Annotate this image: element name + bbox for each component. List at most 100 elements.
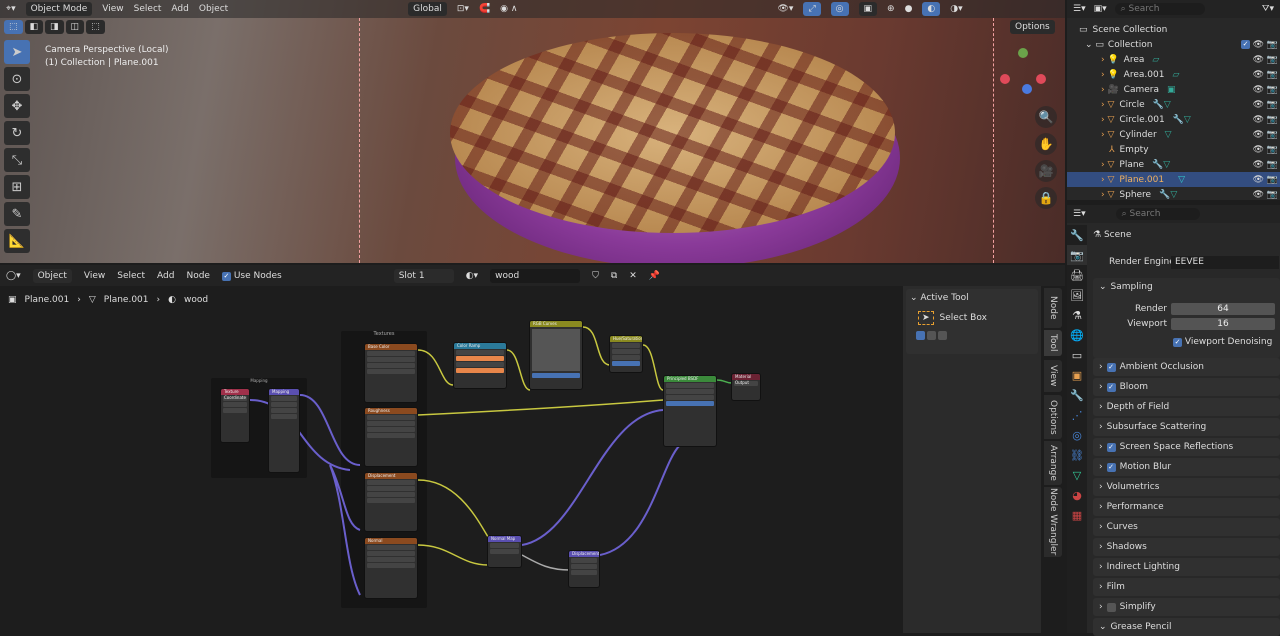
scale-tool-icon[interactable]: ⤡ <box>4 148 30 172</box>
outliner-item[interactable]: › 🎥 Camera ▣ 👁 📷 <box>1067 82 1280 97</box>
material-tab-icon[interactable]: ◕ <box>1067 485 1087 505</box>
node-displacement-texture[interactable]: Displacement <box>364 472 418 532</box>
rotate-tool-icon[interactable]: ↻ <box>4 121 30 145</box>
outliner-search[interactable]: ⌕ Search <box>1114 3 1205 15</box>
properties-search[interactable]: ⌕ Search <box>1115 208 1200 220</box>
display-mode-icon[interactable]: ☰▾ <box>1073 4 1086 14</box>
editor-type-icon[interactable]: ⌖▾ <box>6 4 16 14</box>
node-displacement[interactable]: Displacement <box>568 550 600 588</box>
gizmo-toggle-icon[interactable]: ⤢ <box>803 2 821 16</box>
outliner-item[interactable]: › ▽ Sphere 🔧 ▽ 👁 📷 <box>1067 187 1280 202</box>
select-box-tool-icon[interactable]: ➤ <box>4 40 30 64</box>
outliner-item[interactable]: › 💡 Area ▱ 👁 📷 <box>1067 52 1280 67</box>
panel-shadows[interactable]: › Shadows <box>1093 538 1280 556</box>
node-color-ramp[interactable]: Color Ramp <box>453 342 507 389</box>
snap-icon[interactable]: 🧲 <box>479 4 490 14</box>
zoom-icon[interactable]: 🔍 <box>1035 106 1057 128</box>
menu-view[interactable]: View <box>102 4 123 14</box>
select-subtract-icon[interactable]: ◨ <box>45 20 64 34</box>
physics-tab-icon[interactable]: ◎ <box>1067 425 1087 445</box>
select-extend-icon[interactable]: ◧ <box>24 20 44 34</box>
node-normal-map[interactable]: Normal Map <box>487 535 522 568</box>
particles-tab-icon[interactable]: ⋰ <box>1067 405 1087 425</box>
lock-icon[interactable]: 🔒 <box>1035 187 1057 209</box>
output-tab-icon[interactable]: 🖨 <box>1067 265 1087 285</box>
viewport-samples-field[interactable]: 16 <box>1171 318 1275 330</box>
move-tool-icon[interactable]: ✥ <box>4 94 30 118</box>
transform-tool-icon[interactable]: ⊞ <box>4 175 30 199</box>
tab-node-wrangler[interactable]: Node Wrangler <box>1044 487 1062 557</box>
collection-tab-icon[interactable]: ▭ <box>1067 345 1087 365</box>
mode-dropdown[interactable]: Object Mode <box>25 2 93 16</box>
panel-indirect-lighting[interactable]: › Indirect Lighting <box>1093 558 1280 576</box>
orientation-dropdown[interactable]: Global <box>408 2 447 16</box>
outliner-item[interactable]: › ▽ Plane 🔧 ▽ 👁 📷 <box>1067 157 1280 172</box>
constraints-tab-icon[interactable]: ⛓ <box>1067 445 1087 465</box>
panel-grease-pencil[interactable]: ⌄ Grease Pencil <box>1093 618 1280 636</box>
shading-material-icon[interactable]: ◐ <box>922 2 941 16</box>
visibility-icon[interactable]: 👁▾ <box>777 4 793 14</box>
render-engine-dropdown[interactable]: EEVEE <box>1171 256 1279 269</box>
node-texture-coordinate[interactable]: Texture Coordinate <box>220 388 250 443</box>
camera-view-icon[interactable]: 🎥 <box>1035 160 1057 182</box>
panel-bloom[interactable]: › ✓ Bloom <box>1093 378 1280 396</box>
select-new-icon[interactable]: ⬚ <box>4 20 23 34</box>
node-mapping[interactable]: Mapping <box>268 388 300 473</box>
outliner-item[interactable]: › 💡 Area.001 ▱ 👁 📷 <box>1067 67 1280 82</box>
panel-screen-space-reflections[interactable]: › ✓ Screen Space Reflections <box>1093 438 1280 456</box>
viewport-denoising-checkbox[interactable]: ✓ Viewport Denoising <box>1173 337 1272 347</box>
node-hue-saturation-value[interactable]: Hue/Saturation/Value <box>609 335 643 373</box>
shader-editor[interactable]: ◯▾ Object View Select Add Node ✓ Use Nod… <box>0 265 1065 633</box>
editor-type-icon[interactable]: ☰▾ <box>1073 209 1086 219</box>
view-layer-tab-icon[interactable]: 🖼 <box>1067 285 1087 305</box>
select-new-icon[interactable] <box>916 331 925 340</box>
outliner-item-selected[interactable]: › ▽ Plane.001 ▽ 👁 📷 <box>1067 172 1280 187</box>
panel-curves[interactable]: › Curves <box>1093 518 1280 536</box>
panel-film[interactable]: › Film <box>1093 578 1280 596</box>
navigation-gizmo[interactable] <box>1000 48 1050 98</box>
select-intersect-icon[interactable]: ⬚ <box>86 20 105 34</box>
tab-node[interactable]: Node <box>1044 288 1062 328</box>
shading-rendered-icon[interactable]: ◑▾ <box>950 4 962 14</box>
options-dropdown[interactable]: Options <box>1010 20 1055 34</box>
collection-row[interactable]: ⌄ ▭ Collection ✓ 👁 📷 <box>1067 37 1280 52</box>
select-extend-icon[interactable] <box>927 331 936 340</box>
outliner-item[interactable]: › ▽ Circle 🔧 ▽ 👁 📷 <box>1067 97 1280 112</box>
panel-simplify[interactable]: › Simplify <box>1093 598 1280 616</box>
panel-depth-of-field[interactable]: › Depth of Field <box>1093 398 1280 416</box>
menu-object[interactable]: Object <box>199 4 228 14</box>
world-tab-icon[interactable]: 🌐 <box>1067 325 1087 345</box>
node-rgb-curves[interactable]: RGB Curves <box>529 320 583 390</box>
menu-select[interactable]: Select <box>134 4 162 14</box>
tab-options[interactable]: Options <box>1044 395 1062 439</box>
cursor-tool-icon[interactable]: ⊙ <box>4 67 30 91</box>
node-principled-bsdf[interactable]: Principled BSDF <box>663 375 717 447</box>
tab-tool[interactable]: Tool <box>1044 330 1062 356</box>
outliner-item[interactable]: › ▽ Circle.001 🔧 ▽ 👁 📷 <box>1067 112 1280 127</box>
sampling-panel-header[interactable]: ⌄ Sampling <box>1093 278 1280 296</box>
tab-view[interactable]: View <box>1044 360 1062 392</box>
filter-icon[interactable]: ⛛▾ <box>1262 4 1274 14</box>
scene-collection[interactable]: ▭ Scene Collection <box>1067 22 1280 37</box>
proportional-edit-icon[interactable]: ◉ ∧ <box>500 4 517 14</box>
overlay-toggle-icon[interactable]: ◎ <box>830 2 849 16</box>
outliner-item[interactable]: › ▽ Cylinder ▽ 👁 📷 <box>1067 127 1280 142</box>
shading-solid-icon[interactable]: ● <box>905 4 913 14</box>
menu-add[interactable]: Add <box>171 4 188 14</box>
annotate-tool-icon[interactable]: ✎ <box>4 202 30 226</box>
render-samples-field[interactable]: 64 <box>1171 303 1275 315</box>
3d-viewport[interactable]: ⌖▾ Object Mode View Select Add Object Gl… <box>0 0 1065 263</box>
select-subtract-icon[interactable] <box>938 331 947 340</box>
active-tool-panel-header[interactable]: ⌄ Active Tool <box>910 293 1034 303</box>
node-normal-texture[interactable]: Normal <box>364 537 418 599</box>
panel-motion-blur[interactable]: › ✓ Motion Blur <box>1093 458 1280 476</box>
shading-wireframe-icon[interactable]: ⊕ <box>887 4 895 14</box>
tab-arrange[interactable]: Arrange <box>1044 441 1062 485</box>
tool-tab-icon[interactable]: 🔧 <box>1067 225 1087 245</box>
pan-hand-icon[interactable]: ✋ <box>1035 133 1057 155</box>
render-tab-icon[interactable]: 📷 <box>1067 245 1087 265</box>
panel-volumetrics[interactable]: › Volumetrics <box>1093 478 1280 496</box>
filter-view-icon[interactable]: ▣▾ <box>1094 4 1107 14</box>
object-tab-icon[interactable]: ▣ <box>1067 365 1087 385</box>
texture-tab-icon[interactable]: ▦ <box>1067 505 1087 525</box>
